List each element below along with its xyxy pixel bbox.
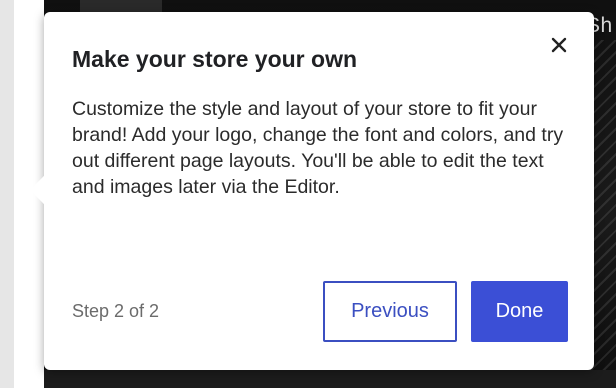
close-button[interactable] <box>546 32 572 58</box>
previous-button[interactable]: Previous <box>323 281 457 342</box>
preview-tile <box>80 0 162 12</box>
close-icon <box>551 37 567 53</box>
sidebar-edge <box>0 0 14 388</box>
preview-bottom-band <box>44 370 616 388</box>
step-indicator: Step 2 of 2 <box>72 301 160 321</box>
popover-title: Make your store your own <box>72 46 358 72</box>
done-button[interactable]: Done <box>471 281 568 342</box>
popover-description: Customize the style and layout of your s… <box>72 98 564 198</box>
onboarding-popover: Make your store your own Customize the s… <box>29 12 594 370</box>
